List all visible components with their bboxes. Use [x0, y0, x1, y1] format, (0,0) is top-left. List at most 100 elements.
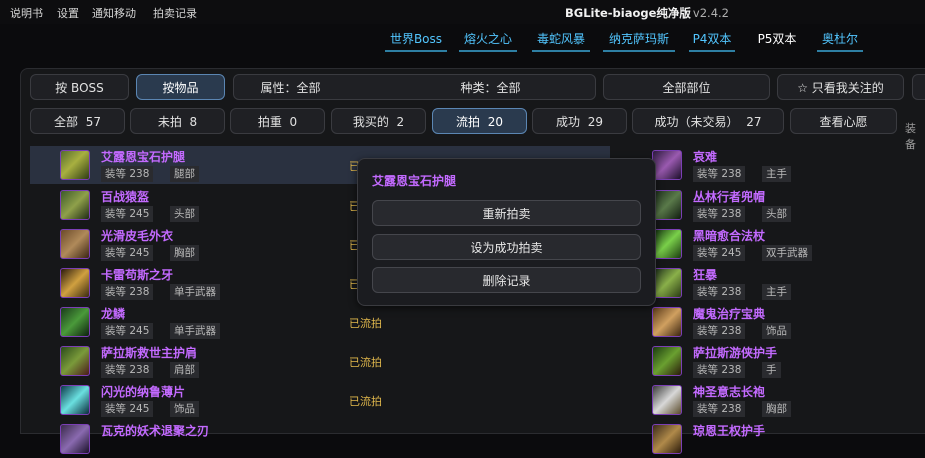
status-tab-unbid-count: 8 — [189, 115, 198, 129]
filter-by-boss-button[interactable]: 按 BOSS — [30, 74, 129, 100]
status-tab-rebid-label: 拍重 — [257, 115, 282, 129]
kind-filter-label: 种类：全部 — [460, 81, 521, 95]
item-level: 装等 238 — [693, 362, 746, 378]
extra-filter-button[interactable] — [912, 74, 925, 100]
raid-tab-p4[interactable]: P4双本 — [689, 28, 735, 52]
shoulder-armor-icon — [60, 346, 90, 376]
item-level: 装等 245 — [101, 206, 154, 222]
list-item[interactable]: 哀难 装等 238 主手 — [622, 146, 922, 184]
item-slot: 头部 — [762, 206, 791, 222]
status-tab-success-label: 成功 — [556, 115, 581, 129]
item-slot: 手 — [762, 362, 781, 378]
filter-by-item-button[interactable]: 按物品 — [136, 74, 225, 100]
gauntlet-icon — [652, 424, 682, 454]
status-tab-mine[interactable]: 我买的 2 — [331, 108, 426, 134]
hood-icon — [652, 190, 682, 220]
item-slot: 胸部 — [170, 245, 199, 261]
chest-armor-icon — [60, 229, 90, 259]
item-level: 装等 238 — [101, 284, 154, 300]
menu-notify-move[interactable]: 通知移动 — [92, 5, 136, 21]
list-item[interactable]: 黑暗愈合法杖 装等 245 双手武器 — [622, 225, 922, 263]
all-parts-filter-button[interactable]: 全部部位 — [603, 74, 770, 100]
item-level: 装等 245 — [693, 245, 746, 261]
watched-only-button[interactable]: ☆ 只看我关注的 — [777, 74, 904, 100]
helmet-icon — [60, 190, 90, 220]
status-tab-all[interactable]: 全部 57 — [30, 108, 125, 134]
raid-tab-world-boss[interactable]: 世界Boss — [385, 28, 447, 52]
item-level: 装等 238 — [693, 166, 746, 182]
item-name: 萨拉斯救世主护肩 — [101, 346, 198, 360]
item-slot: 肩部 — [170, 362, 199, 378]
item-context-menu: 艾露恩宝石护腿 重新拍卖 设为成功拍卖 删除记录 — [357, 158, 656, 306]
item-slot: 主手 — [762, 166, 791, 182]
item-slot: 单手武器 — [170, 323, 220, 339]
status-tab-unbid[interactable]: 未拍 8 — [130, 108, 225, 134]
raid-tab-p5[interactable]: P5双本 — [753, 28, 801, 52]
item-name: 艾露恩宝石护腿 — [101, 150, 186, 164]
item-slot: 单手武器 — [170, 284, 220, 300]
item-level: 装等 238 — [693, 401, 746, 417]
status-tab-success-untraded-label: 成功（未交易） — [654, 115, 739, 129]
status-tab-success[interactable]: 成功 29 — [532, 108, 627, 134]
dagger-icon — [60, 268, 90, 298]
raid-tab-serpentshrine[interactable]: 毒蛇风暴 — [532, 28, 590, 52]
item-name: 龙鳞 — [101, 307, 126, 321]
status-tab-rebid[interactable]: 拍重 0 — [230, 108, 325, 134]
raid-tab-ulduar[interactable]: 奥杜尔 — [817, 28, 863, 52]
status-tab-passed-label: 流拍 — [456, 115, 481, 129]
item-name: 丛林行者兜帽 — [693, 190, 766, 204]
sword-icon — [60, 307, 90, 337]
leg-armor-icon — [60, 150, 90, 180]
list-item[interactable]: 魔鬼治疗宝典 装等 238 饰品 — [622, 303, 922, 341]
status-tab-success-untraded[interactable]: 成功（未交易） 27 — [632, 108, 784, 134]
item-level: 装等 238 — [693, 323, 746, 339]
raid-tab-molten-core[interactable]: 熔火之心 — [459, 28, 517, 52]
status-tab-all-label: 全部 — [54, 115, 79, 129]
attribute-filter-dropdown[interactable]: 属性：全部 种类：全部 — [233, 74, 596, 100]
list-item[interactable]: 龙鳞 装等 245 单手武器 已流拍 — [30, 303, 610, 341]
set-success-button[interactable]: 设为成功拍卖 — [372, 234, 641, 260]
item-name: 百战猿盔 — [101, 190, 150, 204]
view-wishlist-button[interactable]: 查看心愿 — [790, 108, 897, 134]
list-item[interactable]: 萨拉斯救世主护肩 装等 238 肩部 已流拍 — [30, 342, 610, 380]
item-name: 神圣意志长袍 — [693, 385, 766, 399]
list-item[interactable]: 神圣意志长袍 装等 238 胸部 — [622, 381, 922, 419]
item-status: 已流拍 — [349, 395, 382, 408]
status-tab-passed-count: 20 — [487, 115, 503, 129]
rebid-button[interactable]: 重新拍卖 — [372, 200, 641, 226]
item-slot: 饰品 — [170, 401, 199, 417]
list-item[interactable]: 瓦克的妖术退聚之刃 — [30, 420, 610, 458]
item-status: 已流拍 — [349, 356, 382, 369]
menu-manual[interactable]: 说明书 — [10, 5, 43, 21]
menu-auction-log[interactable]: 拍卖记录 — [153, 5, 197, 21]
item-slot: 腿部 — [170, 166, 199, 182]
delete-record-button[interactable]: 删除记录 — [372, 267, 641, 293]
status-tab-mine-count: 2 — [396, 115, 405, 129]
status-tab-rebid-count: 0 — [289, 115, 298, 129]
item-name: 卡雷苟斯之牙 — [101, 268, 174, 282]
item-slot: 饰品 — [762, 323, 791, 339]
item-level: 装等 245 — [101, 245, 154, 261]
mace-icon — [652, 150, 682, 180]
top-menu-bar: 说明书 设置 通知移动 拍卖记录 BGLite-biaoge纯净版 v2.4.2 — [0, 0, 925, 24]
tome-icon — [652, 307, 682, 337]
list-item[interactable]: 萨拉斯游侠护手 装等 238 手 — [622, 342, 922, 380]
context-menu-title: 艾露恩宝石护腿 — [372, 174, 457, 188]
gloves-icon — [652, 346, 682, 376]
item-name: 黑暗愈合法杖 — [693, 229, 766, 243]
list-item[interactable]: 闪光的纳鲁薄片 装等 245 饰品 已流拍 — [30, 381, 610, 419]
list-item[interactable]: 丛林行者兜帽 装等 238 头部 — [622, 186, 922, 224]
app-title: BGLite-biaoge纯净版 v2.4.2 — [565, 5, 729, 21]
menu-settings[interactable]: 设置 — [57, 5, 79, 21]
item-level: 装等 238 — [693, 206, 746, 222]
list-item[interactable]: 琼恩王权护手 — [622, 420, 922, 458]
blade-icon — [60, 424, 90, 454]
raid-tab-naxxramas[interactable]: 纳克萨玛斯 — [603, 28, 675, 52]
status-tab-passed[interactable]: 流拍 20 — [432, 108, 527, 134]
item-level: 装等 238 — [101, 166, 154, 182]
item-level: 装等 238 — [693, 284, 746, 300]
item-name: 萨拉斯游侠护手 — [693, 346, 778, 360]
status-tab-all-count: 57 — [85, 115, 101, 129]
app-title-text: BGLite-biaoge纯净版 — [565, 6, 691, 20]
list-item[interactable]: 狂暴 装等 238 主手 — [622, 264, 922, 302]
